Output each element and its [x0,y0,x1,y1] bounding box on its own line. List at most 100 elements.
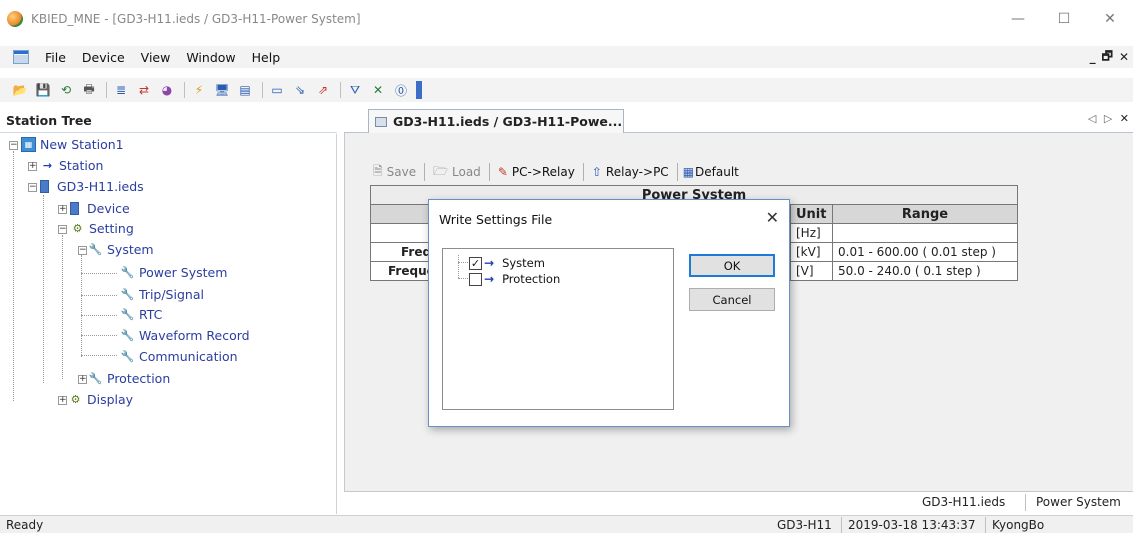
tree-node-display[interactable]: ⚙ Display [68,390,134,409]
window-title: KBIED_MNE - [GD3-H11.ieds / GD3-H11-Powe… [31,12,361,26]
tree-node-label: Station [59,158,104,173]
mdi-controls: _ 🗗 ✕ [1090,46,1129,68]
list-icon[interactable]: ▤ [235,81,255,99]
toolbar-separator [488,163,490,181]
dialog-close-button[interactable]: ✕ [766,208,779,227]
maximize-button[interactable]: ☐ [1041,0,1087,38]
menu-bar: File Device View Window Help _ 🗗 ✕ [0,46,1133,68]
status-separator [841,517,842,533]
split-icon[interactable]: ⇘ [290,81,310,99]
relay-to-pc-button[interactable]: ⇧ Relay->PC [587,161,674,183]
document-status-bar: GD3-H11.ieds Power System [344,491,1133,513]
tree-expand-toggle[interactable]: + [58,205,67,214]
doc-status-file: GD3-H11.ieds [922,495,1006,509]
menu-window[interactable]: Window [178,50,243,65]
tree-node-power-system[interactable]: 🔧 Power System [120,263,228,282]
tree-collapse-toggle[interactable]: − [9,141,18,150]
menu-help[interactable]: Help [244,50,289,65]
refresh-icon[interactable]: ⟲ [56,81,76,99]
tab-close-button[interactable]: ✕ [1120,112,1131,125]
toolbar-separator [340,82,341,98]
document-toolbar: 🗎 Save 🗁 Load ✎ PC->Relay ⇧ Relay->PC ▦ … [368,160,744,184]
status-separator [1025,494,1026,511]
write-icon: ✎ [497,165,508,179]
checkbox-item-protection[interactable]: → Protection [469,271,560,287]
tree-node-label: Power System [139,265,228,280]
window-controls: — ☐ ✕ [995,0,1133,38]
mdi-restore-button[interactable]: 🗗 [1102,47,1113,68]
toolbar-separator [424,163,426,181]
tree-node-trip-signal[interactable]: 🔧 Trip/Signal [120,285,204,304]
open-folder-icon[interactable]: 📂 [10,81,30,99]
window-icon[interactable]: ▭ [267,81,287,99]
mdi-minimize-button[interactable]: _ [1090,50,1096,64]
tree-node-new-station[interactable]: ▦ New Station1 [21,135,124,154]
title-bar: KBIED_MNE - [GD3-H11.ieds / GD3-H11-Powe… [0,0,1133,38]
delete-icon[interactable]: ✕ [368,81,388,99]
transfer-icon[interactable]: ⇄ [134,81,154,99]
merge-icon[interactable]: ⇗ [313,81,333,99]
tree-guide [13,151,14,401]
button-label: PC->Relay [511,165,575,179]
tree-guide [81,335,117,336]
cell-range: 0.01 - 600.00 ( 0.01 step ) [832,242,1018,262]
column-header-range: Range [832,204,1018,224]
status-separator [985,517,986,533]
system-checkbox[interactable]: ✓ [469,256,482,270]
cell-range [832,223,1018,243]
pie-icon[interactable]: ◕ [157,81,177,99]
tree-guide [81,355,117,356]
load-settings-button[interactable]: 🗁 Load [428,161,486,183]
main-toolbar: 📂 💾 ⟲ 🖶 ≣ ⇄ ◕ ⚡ 🖥 ▤ ▭ ⇘ ⇗ ⛛ ✕ ⓪ [0,78,1133,102]
connect-icon[interactable]: ⚡ [189,81,209,99]
tree-node-communication[interactable]: 🔧 Communication [120,347,238,366]
tree-node-waveform-record[interactable]: 🔧 Waveform Record [120,326,250,345]
cancel-button[interactable]: Cancel [689,288,775,311]
button-label: Relay->PC [605,165,669,179]
print-icon[interactable]: 🖶 [79,81,99,99]
toolbar-separator [106,82,107,98]
save-icon[interactable]: 💾 [33,81,53,99]
menu-view[interactable]: View [133,50,179,65]
monitor-icon[interactable]: 🖥 [212,81,232,99]
filter-icon[interactable]: ⛛ [345,81,365,99]
menu-file[interactable]: File [37,50,74,65]
menu-device[interactable]: Device [74,50,133,65]
tree-node-protection[interactable]: 🔧 Protection [88,369,171,388]
tree-node-ieds[interactable]: GD3-H11.ieds [40,177,144,196]
wrench-icon: 🔧 [120,308,135,321]
toolbar-overflow[interactable] [416,81,422,99]
tree-node-device[interactable]: Device [70,199,130,218]
mdi-document-icon[interactable] [13,50,29,64]
arrow-right-icon: → [42,159,53,172]
ok-button[interactable]: OK [689,254,775,277]
close-button[interactable]: ✕ [1087,0,1133,38]
tree-node-rtc[interactable]: 🔧 RTC [120,305,163,324]
minimize-button[interactable]: — [995,0,1041,38]
tree-node-system[interactable]: 🔧 System [88,240,154,259]
tree-collapse-toggle[interactable]: − [78,246,87,255]
mdi-close-button[interactable]: ✕ [1119,50,1129,64]
tree-node-label: System [107,242,154,257]
tree-expand-toggle[interactable]: + [78,375,87,384]
checkbox-label: Protection [502,272,561,286]
tree-icon[interactable]: ≣ [111,81,131,99]
tree-node-setting[interactable]: ⚙ Setting [70,219,134,238]
save-settings-button[interactable]: 🗎 Save [368,161,421,183]
tree-node-station[interactable]: → Station [40,156,104,175]
pc-to-relay-button[interactable]: ✎ PC->Relay [493,161,580,183]
checkbox-item-system[interactable]: ✓ → System [469,255,545,271]
tree-collapse-toggle[interactable]: − [58,225,67,234]
protection-checkbox[interactable] [469,272,482,286]
tree-expand-toggle[interactable]: + [28,162,37,171]
tab-scroll-arrows-icon[interactable]: ◁ ▷ [1088,112,1114,125]
tab-power-system-document[interactable]: GD3-H11.ieds / GD3-H11-Powe... [368,109,624,133]
doc-status-page: Power System [1036,495,1121,509]
document-icon [375,116,387,127]
folder-icon: 🗁 [433,163,449,178]
about-icon[interactable]: ⓪ [391,81,411,99]
tree-collapse-toggle[interactable]: − [28,183,37,192]
default-settings-button[interactable]: ▦ Default [681,161,744,183]
dialog-title: Write Settings File [439,211,553,227]
tree-expand-toggle[interactable]: + [58,396,67,405]
